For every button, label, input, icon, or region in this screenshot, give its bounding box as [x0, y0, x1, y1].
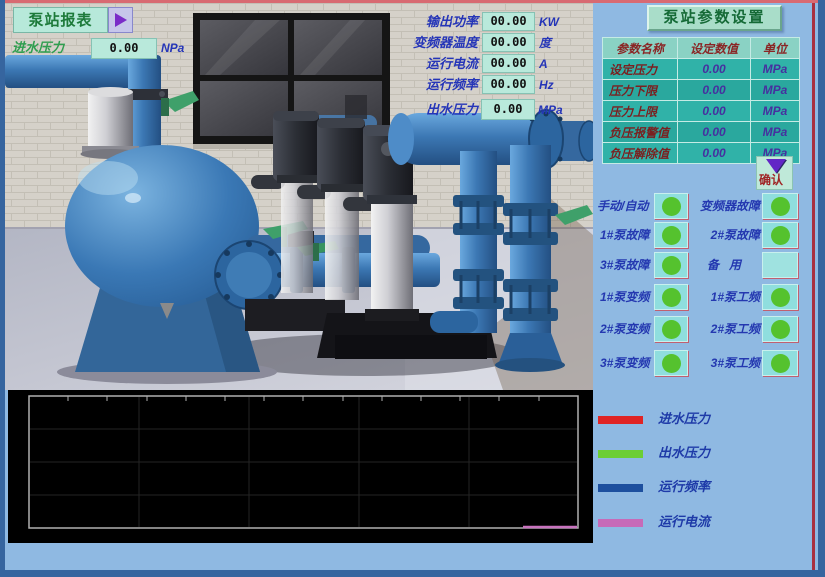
status-lamp: [762, 316, 798, 342]
report-button[interactable]: 泵站报表: [13, 7, 133, 33]
lamp-on-icon: [771, 197, 790, 216]
readout-value: 00.00: [482, 54, 535, 73]
frame-bottom: [0, 570, 825, 577]
status-lamp: [762, 193, 798, 219]
hmi-pump-station-screen: 泵站报表 进水压力 0.00 NPa 输出功率 00.00 KW 变频器温度 0…: [0, 0, 825, 577]
status-lamp: [762, 222, 798, 248]
inlet-pressure-value: 0.00: [91, 38, 157, 59]
param-name: 压力上限: [603, 101, 677, 121]
status-lamp-empty: [762, 252, 798, 278]
lamp-on-icon: [771, 288, 790, 307]
legend-label: 运行电流: [658, 514, 710, 530]
lamp-on-icon: [771, 354, 790, 373]
report-nav-button[interactable]: [108, 7, 133, 33]
status-lamp: [762, 284, 798, 310]
lamp-on-icon: [662, 320, 681, 339]
readout-value: 00.00: [482, 12, 535, 31]
readout-value: 00.00: [482, 75, 535, 94]
confirm-button[interactable]: 确认: [756, 156, 793, 190]
outlet-pressure-label: 出水压力: [405, 101, 478, 119]
readout-label: 变频器温度: [385, 34, 478, 52]
status-label-pump1-vfd: 1#泵变频: [600, 284, 655, 310]
status-lamp: [654, 193, 688, 219]
status-lamp: [654, 222, 688, 248]
param-name: 设定压力: [603, 59, 677, 79]
param-setpoint[interactable]: 0.00: [678, 80, 750, 100]
readout-unit: Hz: [539, 76, 554, 94]
status-label-manual-auto: 手动/自动: [597, 193, 655, 219]
param-unit: MPa: [751, 59, 799, 79]
status-label-pump1-mains: 1#泵工频: [688, 284, 760, 310]
param-name: 负压解除值: [603, 143, 677, 163]
readout-label: 运行电流: [385, 55, 478, 73]
table-header: 单位: [751, 38, 799, 58]
settings-panel-title: 泵站参数设置: [647, 5, 782, 31]
param-setpoint[interactable]: 0.00: [678, 101, 750, 121]
table-header: 设定数值: [678, 38, 750, 58]
param-setpoint[interactable]: 0.00: [678, 122, 750, 142]
readout-label: 输出功率: [385, 13, 478, 31]
panel-accent-line: [812, 3, 815, 570]
legend-label: 进水压力: [658, 411, 710, 427]
status-label-pump2-vfd: 2#泵变频: [600, 316, 655, 342]
readout-unit: A: [539, 55, 548, 73]
status-label-spare: 备 用: [688, 252, 760, 278]
lamp-on-icon: [662, 256, 681, 275]
legend-swatch: [598, 484, 643, 492]
param-unit: MPa: [751, 122, 799, 142]
legend-swatch: [598, 519, 643, 527]
status-label-pump3-vfd: 3#泵变频: [600, 350, 655, 376]
confirm-button-label: 确认: [759, 171, 783, 188]
frame-right: [818, 0, 825, 577]
lamp-on-icon: [662, 197, 681, 216]
param-unit: MPa: [751, 101, 799, 121]
status-label-pump3-fault: 3#泵故障: [600, 252, 655, 278]
readout-value: 00.00: [482, 33, 535, 52]
lamp-on-icon: [662, 354, 681, 373]
frame-left: [0, 0, 5, 577]
frame-top: [0, 0, 825, 3]
status-label-vfd-fault: 变频器故障: [688, 193, 760, 219]
lamp-on-icon: [771, 320, 790, 339]
legend-swatch: [598, 450, 643, 458]
lamp-on-icon: [662, 288, 681, 307]
status-lamp: [654, 350, 688, 376]
inlet-pressure-label: 进水压力: [12, 39, 64, 57]
status-label-pump2-mains: 2#泵工频: [688, 316, 760, 342]
status-label-pump2-fault: 2#泵故障: [688, 222, 760, 248]
status-label-pump1-fault: 1#泵故障: [600, 222, 655, 248]
param-setpoint[interactable]: 0.00: [678, 143, 750, 163]
status-lamp: [762, 350, 798, 376]
parameter-table: 参数名称 设定数值 单位 设定压力 0.00 MPa 压力下限 0.00 MPa…: [602, 37, 800, 164]
tank-top-cylinder: [81, 87, 141, 159]
status-lamp: [654, 284, 688, 310]
inlet-pressure-unit: NPa: [161, 39, 184, 57]
param-name: 负压报警值: [603, 122, 677, 142]
readout-unit: KW: [539, 13, 559, 31]
play-arrow-icon: [115, 13, 127, 27]
readout-label: 运行频率: [385, 76, 478, 94]
lamp-on-icon: [662, 226, 681, 245]
legend-label: 出水压力: [658, 445, 710, 461]
status-lamp: [654, 252, 688, 278]
param-setpoint[interactable]: 0.00: [678, 59, 750, 79]
trend-chart: [5, 390, 593, 544]
report-button-label[interactable]: 泵站报表: [13, 7, 108, 33]
status-lamp: [654, 316, 688, 342]
status-label-pump3-mains: 3#泵工频: [688, 350, 760, 376]
table-header: 参数名称: [603, 38, 677, 58]
readout-unit: 度: [539, 34, 551, 52]
outlet-pressure-value: 0.00: [481, 99, 535, 120]
param-name: 压力下限: [603, 80, 677, 100]
legend-swatch: [598, 416, 643, 424]
lamp-on-icon: [771, 226, 790, 245]
outlet-pressure-unit: MPa: [538, 101, 563, 119]
param-unit: MPa: [751, 80, 799, 100]
legend-label: 运行频率: [658, 479, 710, 495]
